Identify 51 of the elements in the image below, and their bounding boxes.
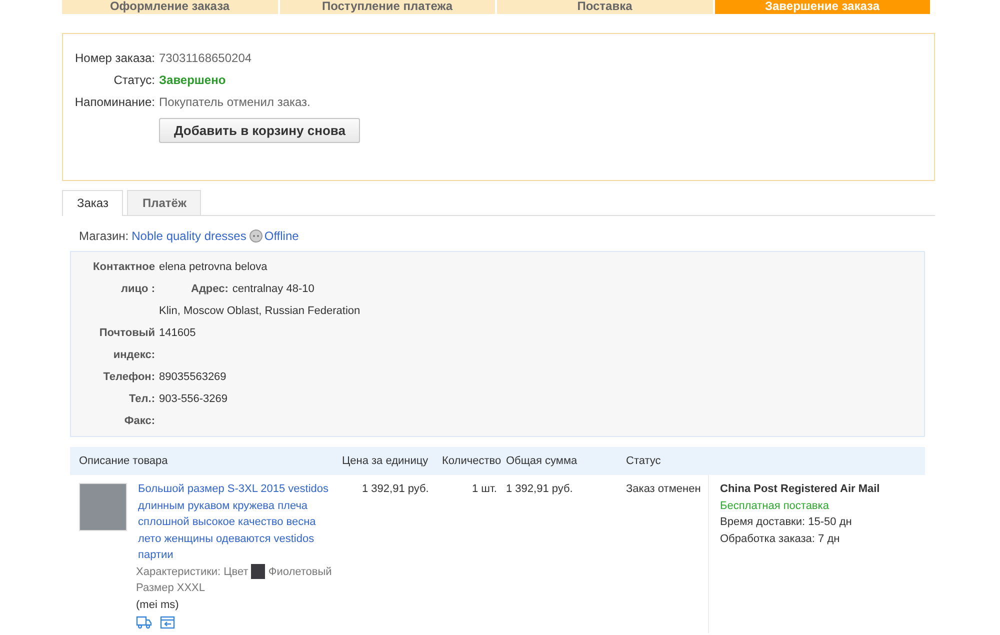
field-value: 903-556-3269 <box>159 392 229 407</box>
price-cell-text: 1 392,91 руб. <box>361 483 430 495</box>
chat-bubble-icon <box>249 229 264 243</box>
tray-arrow-icon[interactable] <box>160 616 175 629</box>
status-cell-text: Заказ отменен <box>626 483 702 495</box>
color-value: Фиолетовый <box>268 564 332 580</box>
chat-status-link[interactable]: Offline <box>249 229 299 243</box>
field-value: 141605 <box>159 326 197 341</box>
column-header: Статус <box>626 455 662 467</box>
progress-step: Поступление платежа <box>280 0 497 14</box>
shipping-cost: Бесплатная поставка <box>720 498 830 514</box>
tab[interactable]: Платёж <box>127 190 202 215</box>
store-link[interactable]: Noble quality dresses <box>132 229 246 243</box>
field-label: Факс: <box>123 414 155 429</box>
field-label: Номер заказа: <box>74 50 155 67</box>
column-header: Описание товара <box>78 455 169 467</box>
field-label: Контактное лицо : <box>92 260 155 297</box>
store-label: Магазин: <box>79 229 129 243</box>
column-header: Цена за единицу <box>342 455 430 467</box>
field-label: Напоминание: <box>74 94 155 111</box>
field-value: Покупатель отменил заказ. <box>159 94 310 111</box>
field-label: Почтовый индекс: <box>98 326 155 363</box>
truck-icon[interactable] <box>136 616 152 629</box>
processing-time: Обработка заказа: 7 дн <box>720 532 841 546</box>
status-value: Завершено <box>159 72 226 89</box>
field-value: 89035563269 <box>159 370 228 385</box>
add-to-cart-button[interactable]: Добавить в корзину снова <box>159 118 360 143</box>
total-cell-text: 1 392,91 руб. <box>506 483 574 495</box>
field-label: Адрес: <box>191 283 228 295</box>
field-value: 73031168650204 <box>159 50 252 67</box>
progress-step: Оформление заказа <box>62 0 280 14</box>
field-value: centralnay 48-10 <box>232 283 314 295</box>
product-title-link[interactable]: Большой размер S-3XL 2015 vestidos длинным рукавом кружева плеча сплошной высокое качество весна лето женщины одеваются vestidos партии <box>138 481 342 564</box>
progress-step: Завершение заказа <box>714 0 932 14</box>
progress-step: Поставка <box>497 0 714 14</box>
field-label: Статус: <box>112 72 155 89</box>
product-photo-placeholder <box>79 483 127 531</box>
column-header: Количество <box>442 455 502 467</box>
size-value: Размер XXXL <box>136 581 206 596</box>
field-label: Телефон: <box>102 370 155 385</box>
color-swatch-photo <box>251 564 266 580</box>
item-note: (mei ms) <box>136 598 180 612</box>
shipping-method: China Post Registered Air Mail <box>720 482 881 497</box>
field-value: Klin, Moscow Oblast, Russian Federation <box>159 304 362 319</box>
specs-label: Характеристики: Цвет <box>136 564 248 580</box>
tab[interactable]: Заказ <box>62 190 124 216</box>
quantity-cell-text: 1 шт. <box>471 483 498 495</box>
field-label: Тел.: <box>128 392 155 407</box>
delivery-time: Время доставки: 15-50 дн <box>720 515 853 530</box>
column-header: Общая сумма <box>506 455 578 467</box>
field-value: elena petrovna belova <box>159 260 268 275</box>
